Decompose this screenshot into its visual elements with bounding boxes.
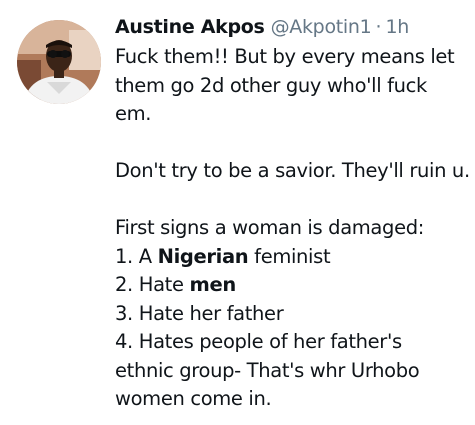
timestamp[interactable]: 1h — [385, 11, 409, 43]
tweet-line: First signs a woman is damaged: — [115, 216, 424, 239]
list-item-text: feminist — [248, 244, 331, 268]
profile-photo-icon — [17, 20, 101, 104]
tweet-line: them go 2d other guy who'll fuck — [115, 73, 427, 97]
tweet-header: Austine Akpos @Akpotin1 · 1h — [115, 11, 467, 43]
user-handle[interactable]: @Akpotin1 — [271, 11, 372, 43]
tweet-line: Fuck them!! But by every means let — [115, 45, 455, 68]
list-item-1: 1. A Nigerian feminist — [115, 243, 467, 272]
list-item-text: 1. A — [115, 244, 158, 268]
separator-dot: · — [375, 16, 382, 38]
display-name[interactable]: Austine Akpos — [115, 11, 265, 43]
tweet-paragraph-2: Don't try to be a savior. They'll ruin u… — [115, 157, 470, 186]
highlighted-word: men — [189, 273, 236, 296]
list-item-4-continued: ethnic group- That's whr Urhobo — [115, 358, 420, 382]
avatar[interactable] — [17, 20, 101, 104]
tweet-paragraph-1: Fuck them!! But by every means let them … — [115, 43, 467, 129]
tweet-paragraph-3: First signs a woman is damaged: 1. A Nig… — [115, 214, 467, 414]
list-item-3: 3. Hate her father — [115, 301, 284, 325]
tweet-text: Fuck them!! But by every means let them … — [115, 43, 470, 414]
tweet: Austine Akpos @Akpotin1 · 1h Fuck them!!… — [0, 0, 475, 425]
tweet-content: Austine Akpos @Akpotin1 · 1h Fuck them!!… — [115, 11, 470, 414]
list-item-4-continued: women come in. — [115, 387, 272, 410]
list-item-2: 2. Hate men — [115, 271, 467, 300]
list-item-text: 2. Hate — [115, 273, 190, 296]
highlighted-word: Nigerian — [157, 244, 249, 268]
list-item-4: 4. Hates people of her father's — [115, 330, 402, 353]
tweet-line: Don't try to be a savior. They'll ruin u… — [115, 159, 470, 182]
tweet-line: em. — [115, 102, 152, 125]
